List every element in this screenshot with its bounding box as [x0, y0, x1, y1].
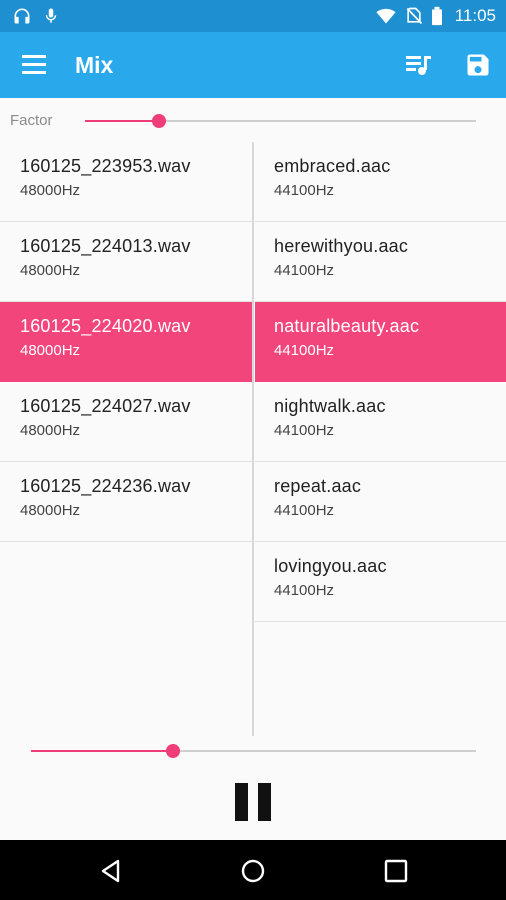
list-item[interactable]: 160125_223953.wav 48000Hz [0, 142, 253, 222]
file-name: 160125_223953.wav [20, 156, 191, 176]
pause-icon-bar [258, 783, 271, 821]
file-name: 160125_224236.wav [20, 476, 191, 496]
headphones-icon [14, 8, 30, 24]
file-name: herewithyou.aac [274, 236, 409, 256]
microphone-icon [45, 8, 57, 23]
playback-slider[interactable] [31, 744, 476, 758]
music-list: embraced.aac 44100Hz herewithyou.aac 44100H… [255, 142, 506, 736]
file-name: 160125_224013.wav [20, 236, 191, 256]
status-time: 11:05 [454, 6, 496, 25]
sample-rate: 44100Hz [274, 182, 335, 199]
navigation-bar [0, 840, 506, 900]
sample-rate: 44100Hz [274, 502, 335, 519]
recordings-list: 160125_223953.wav 48000Hz 160125_224013.wa… [0, 142, 253, 736]
file-name: repeat.aac [274, 476, 362, 496]
file-name: nightwalk.aac [274, 396, 386, 416]
app-bar: Mix [0, 32, 506, 98]
no-sim-icon [406, 7, 423, 25]
sample-rate: 48000Hz [20, 262, 81, 279]
list-item[interactable]: nightwalk.aac 44100Hz [255, 382, 506, 462]
pause-button[interactable] [234, 783, 272, 821]
list-item[interactable]: herewithyou.aac 44100Hz [255, 222, 506, 302]
playback-slider-fill [31, 750, 174, 752]
home-icon[interactable] [240, 858, 266, 884]
menu-icon[interactable] [20, 52, 50, 78]
list-divider [252, 142, 254, 736]
list-item[interactable]: 160125_224027.wav 48000Hz [0, 382, 253, 462]
sample-rate: 48000Hz [20, 182, 81, 199]
list-item[interactable]: 160125_224020.wav 48000Hz [0, 302, 253, 382]
page-title: Mix [75, 52, 114, 78]
playback-row [0, 736, 506, 768]
file-name: lovingyou.aac [274, 556, 387, 576]
status-bar: 11:05 [0, 0, 506, 32]
file-name: naturalbeauty.aac [274, 316, 420, 336]
sample-rate: 44100Hz [274, 342, 335, 359]
sample-rate: 48000Hz [20, 342, 81, 359]
file-name: 160125_224027.wav [20, 396, 191, 416]
recents-icon[interactable] [383, 858, 409, 884]
playback-slider-thumb[interactable] [166, 744, 181, 758]
list-item[interactable]: lovingyou.aac 44100Hz [255, 542, 506, 622]
sample-rate: 48000Hz [20, 422, 81, 439]
battery-icon [432, 6, 442, 26]
factor-row: Factor [0, 98, 506, 142]
sample-rate: 44100Hz [274, 582, 335, 599]
back-icon[interactable] [98, 858, 124, 884]
list-item[interactable]: naturalbeauty.aac 44100Hz [255, 302, 506, 382]
file-name: embraced.aac [274, 156, 391, 176]
sample-rate: 44100Hz [274, 262, 335, 279]
factor-slider-thumb[interactable] [152, 114, 167, 128]
file-lists: 160125_223953.wav 48000Hz 160125_224013.wa… [0, 142, 506, 736]
factor-label: Factor [10, 112, 53, 129]
list-item[interactable]: embraced.aac 44100Hz [255, 142, 506, 222]
pause-icon [235, 783, 248, 821]
factor-slider-fill [85, 120, 160, 122]
sample-rate: 48000Hz [20, 502, 81, 519]
list-item[interactable]: repeat.aac 44100Hz [255, 462, 506, 542]
factor-slider[interactable] [85, 114, 476, 128]
save-icon[interactable] [464, 51, 492, 79]
list-item[interactable]: 160125_224013.wav 48000Hz [0, 222, 253, 302]
sample-rate: 44100Hz [274, 422, 335, 439]
list-item[interactable]: 160125_224236.wav 48000Hz [0, 462, 253, 542]
queue-music-icon[interactable] [404, 52, 432, 78]
file-name: 160125_224020.wav [20, 316, 191, 336]
wifi-icon [376, 8, 396, 24]
